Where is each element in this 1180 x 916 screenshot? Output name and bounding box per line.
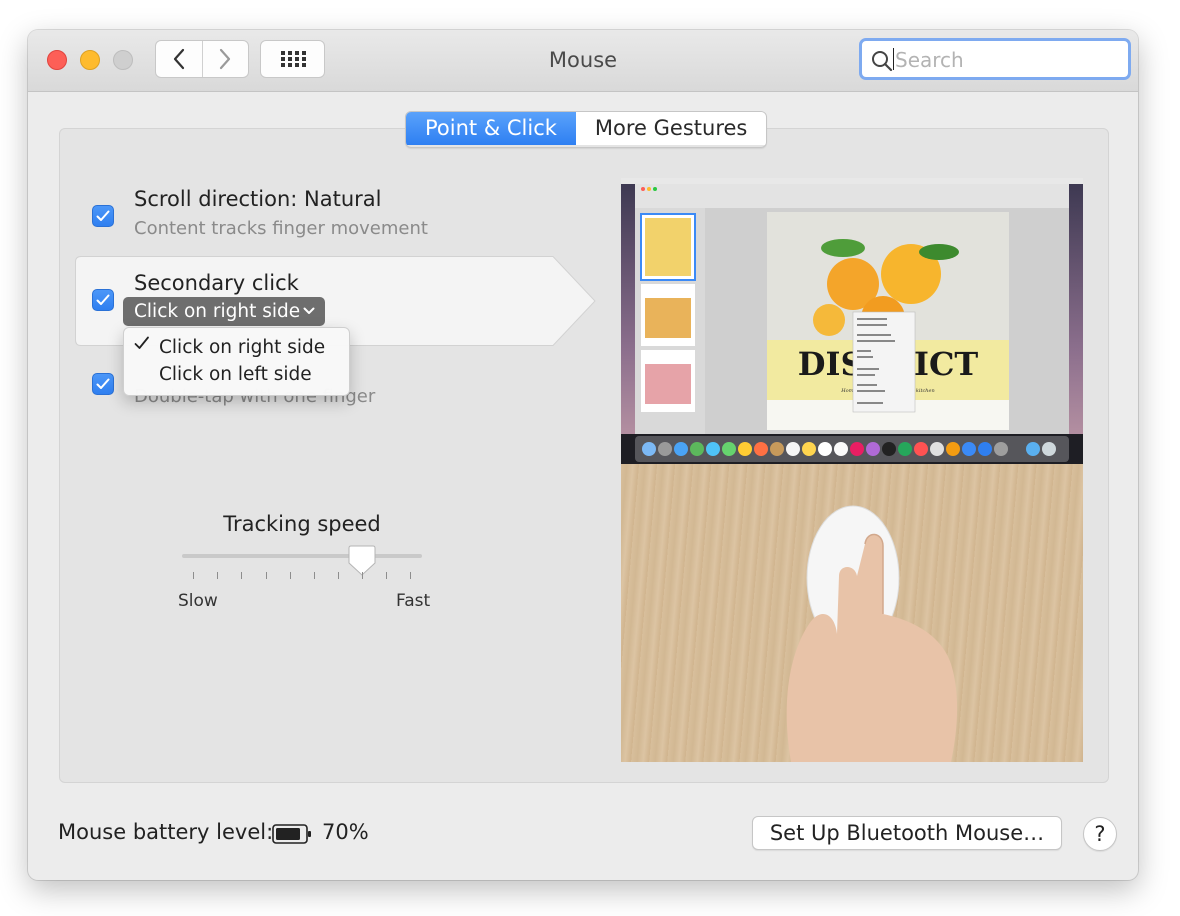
- checkmark-icon: [134, 336, 149, 349]
- slider-tick: [217, 572, 218, 579]
- setup-bluetooth-mouse-button[interactable]: Set Up Bluetooth Mouse…: [752, 816, 1062, 850]
- slider-tick: [386, 572, 387, 579]
- slider-tick: [362, 572, 363, 579]
- slider-tick: [338, 572, 339, 579]
- secondary-click-label: Secondary click: [134, 271, 299, 295]
- secondary-click-popup[interactable]: Click on right side: [123, 297, 325, 326]
- secondary-click-menu: Click on right side Click on left side: [123, 327, 350, 396]
- scroll-direction-description: Content tracks finger movement: [134, 218, 428, 239]
- slider-tick: [410, 572, 411, 579]
- hand-on-mouse-illustration: [786, 505, 958, 762]
- title-bar: Mouse: [28, 30, 1138, 92]
- checkmark-icon: [96, 294, 110, 305]
- secondary-click-selected: Click on right side: [134, 301, 301, 322]
- tracking-speed-label: Tracking speed: [223, 512, 381, 536]
- scroll-direction-label: Scroll direction: Natural: [134, 187, 382, 211]
- smart-zoom-checkbox[interactable]: [92, 373, 114, 395]
- secondary-click-checkbox[interactable]: [92, 289, 114, 311]
- menu-item-click-left[interactable]: Click on left side: [159, 364, 312, 385]
- slider-min-label: Slow: [178, 591, 218, 611]
- gesture-preview: DISTRICT Home-style produce for your kit…: [621, 178, 1083, 762]
- checkmark-icon: [96, 378, 110, 389]
- slider-tick: [290, 572, 291, 579]
- pages-app-illustration: DISTRICT Home-style produce for your kit…: [621, 178, 1083, 464]
- magnifier-icon: [872, 51, 893, 72]
- battery-level-label: Mouse battery level:: [58, 820, 274, 844]
- scroll-direction-checkbox[interactable]: [92, 205, 114, 227]
- slider-tick: [314, 572, 315, 579]
- slider-tick: [193, 572, 194, 579]
- help-button[interactable]: ?: [1083, 817, 1117, 851]
- slider-tick: [266, 572, 267, 579]
- mouse-preferences-window: Mouse Point & Click More Gestures Scroll…: [28, 30, 1138, 880]
- search-field[interactable]: [859, 38, 1131, 80]
- preview-screen: DISTRICT Home-style produce for your kit…: [621, 178, 1083, 464]
- battery-icon: [272, 824, 311, 844]
- tracking-speed-slider[interactable]: [182, 554, 422, 558]
- chevron-down-icon: [303, 307, 315, 314]
- menu-item-label: Click on right side: [159, 337, 326, 358]
- tab-point-and-click[interactable]: Point & Click: [406, 112, 576, 145]
- slider-tick: [241, 572, 242, 579]
- battery-level-value: 70%: [322, 820, 369, 844]
- checkmark-icon: [96, 210, 110, 221]
- menu-item-label: Click on left side: [159, 364, 312, 385]
- tab-more-gestures[interactable]: More Gestures: [575, 112, 767, 145]
- preview-desk: [621, 464, 1083, 762]
- tab-bar: Point & Click More Gestures: [405, 111, 768, 148]
- search-input[interactable]: [893, 43, 1117, 77]
- slider-max-label: Fast: [396, 591, 431, 611]
- menu-item-click-right[interactable]: Click on right side: [159, 337, 325, 358]
